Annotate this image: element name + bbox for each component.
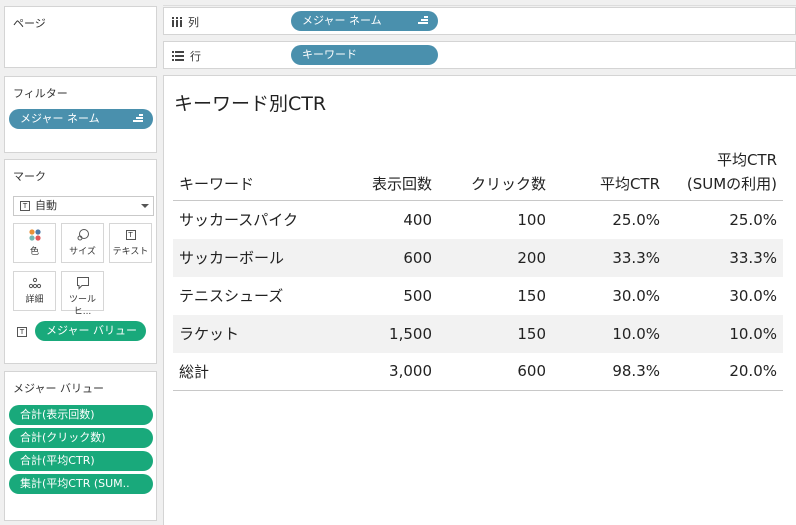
table-cell[interactable]: サッカースパイク xyxy=(173,201,353,239)
table-cell[interactable]: 150 xyxy=(438,314,552,353)
text-encoding-icon: T xyxy=(17,327,27,337)
text-button[interactable]: T テキスト xyxy=(109,223,152,263)
table-cell[interactable]: 10.0% xyxy=(552,314,666,353)
measure-values-title: メジャー バリュー xyxy=(13,382,104,395)
color-button[interactable]: 色 xyxy=(13,223,56,263)
detail-button[interactable]: 詳細 xyxy=(13,271,56,311)
pages-panel-title: ページ xyxy=(13,17,46,30)
mark-type-dropdown[interactable]: T 自動 xyxy=(13,196,154,216)
header-impressions[interactable]: 表示回数 xyxy=(353,148,438,201)
table-row: サッカーボール 600 200 33.3% 33.3% xyxy=(173,238,783,277)
total-label[interactable]: 総計 xyxy=(173,352,353,391)
table-cell[interactable]: 33.3% xyxy=(552,238,666,277)
header-avg-ctr-sum[interactable]: 平均CTR (SUMの利用) xyxy=(666,148,783,201)
table-cell[interactable]: 30.0% xyxy=(552,277,666,315)
header-keyword[interactable]: キーワード xyxy=(173,148,353,201)
table-cell[interactable]: 600 xyxy=(353,238,438,277)
marks-text-pill-measure-values[interactable]: メジャー バリュー xyxy=(35,321,146,341)
filters-panel[interactable]: フィルター メジャー ネーム xyxy=(4,76,157,153)
table-cell[interactable]: テニスシューズ xyxy=(173,277,353,315)
rows-icon xyxy=(172,51,184,61)
table-cell[interactable]: 400 xyxy=(353,201,438,239)
table-cell[interactable]: 500 xyxy=(353,277,438,315)
header-row: キーワード 表示回数 クリック数 平均CTR 平均CTR (SUMの利用) xyxy=(173,148,783,201)
marks-panel[interactable]: マーク T 自動 色 サイズ T テキスト 詳細 ツールヒ... T メジャー … xyxy=(4,159,157,364)
table-cell[interactable]: 1,500 xyxy=(353,314,438,353)
tooltip-icon xyxy=(62,272,103,294)
table-row: サッカースパイク 400 100 25.0% 25.0% xyxy=(173,201,783,239)
size-icon xyxy=(62,224,103,246)
header-clicks[interactable]: クリック数 xyxy=(438,148,552,201)
table-cell[interactable]: サッカーボール xyxy=(173,238,353,277)
tooltip-button[interactable]: ツールヒ... xyxy=(61,271,104,317)
table-cell[interactable]: 25.0% xyxy=(666,201,783,239)
columns-icon xyxy=(172,17,182,27)
table-row: テニスシューズ 500 150 30.0% 30.0% xyxy=(173,277,783,315)
pages-panel[interactable]: ページ xyxy=(4,6,157,68)
text-icon: T xyxy=(125,230,136,240)
total-row: 総計 3,000 600 98.3% 20.0% xyxy=(173,352,783,391)
size-button[interactable]: サイズ xyxy=(61,223,104,263)
table-cell[interactable]: 25.0% xyxy=(552,201,666,239)
filters-panel-title: フィルター xyxy=(13,87,68,100)
measure-values-panel[interactable]: メジャー バリュー 合計(表示回数) 合計(クリック数) 合計(平均CTR) 集… xyxy=(4,371,157,521)
color-icon xyxy=(14,224,55,246)
total-cell[interactable]: 20.0% xyxy=(666,352,783,391)
measure-pill-avg-ctr-sum[interactable]: 集計(平均CTR (SUM.. xyxy=(9,474,153,494)
columns-label: 列 xyxy=(188,16,199,29)
marks-panel-title: マーク xyxy=(13,170,46,183)
columns-shelf[interactable]: 列 メジャー ネーム xyxy=(163,7,796,35)
detail-icon xyxy=(14,272,55,294)
rows-label: 行 xyxy=(190,50,201,63)
rows-shelf[interactable]: 行 キーワード xyxy=(163,41,796,69)
table-row: ラケット 1,500 150 10.0% 10.0% xyxy=(173,314,783,353)
measure-pill-clicks[interactable]: 合計(クリック数) xyxy=(9,428,153,448)
text-mark-icon: T xyxy=(20,201,30,211)
total-cell[interactable]: 3,000 xyxy=(353,352,438,391)
table-cell[interactable]: 200 xyxy=(438,238,552,277)
table-cell[interactable]: 10.0% xyxy=(666,314,783,353)
table-cell[interactable]: 33.3% xyxy=(666,238,783,277)
top-strip xyxy=(163,0,796,6)
columns-pill-measure-names[interactable]: メジャー ネーム xyxy=(291,11,438,31)
table-cell[interactable]: 150 xyxy=(438,277,552,315)
table-cell[interactable]: 30.0% xyxy=(666,277,783,315)
view-title: キーワード別CTR xyxy=(174,93,327,115)
header-avg-ctr[interactable]: 平均CTR xyxy=(552,148,666,201)
measure-pill-avg-ctr[interactable]: 合計(平均CTR) xyxy=(9,451,153,471)
measure-pill-impressions[interactable]: 合計(表示回数) xyxy=(9,405,153,425)
table-cell[interactable]: ラケット xyxy=(173,314,353,353)
sort-icon xyxy=(133,114,143,124)
sort-icon xyxy=(418,16,428,26)
filter-pill-measure-names[interactable]: メジャー ネーム xyxy=(9,109,153,129)
rows-pill-keyword[interactable]: キーワード xyxy=(291,45,438,65)
chevron-down-icon xyxy=(141,204,149,208)
total-cell[interactable]: 600 xyxy=(438,352,552,391)
total-cell[interactable]: 98.3% xyxy=(552,352,666,391)
table-cell[interactable]: 100 xyxy=(438,201,552,239)
crosstab: キーワード 表示回数 クリック数 平均CTR 平均CTR (SUMの利用) サッ… xyxy=(173,148,783,391)
